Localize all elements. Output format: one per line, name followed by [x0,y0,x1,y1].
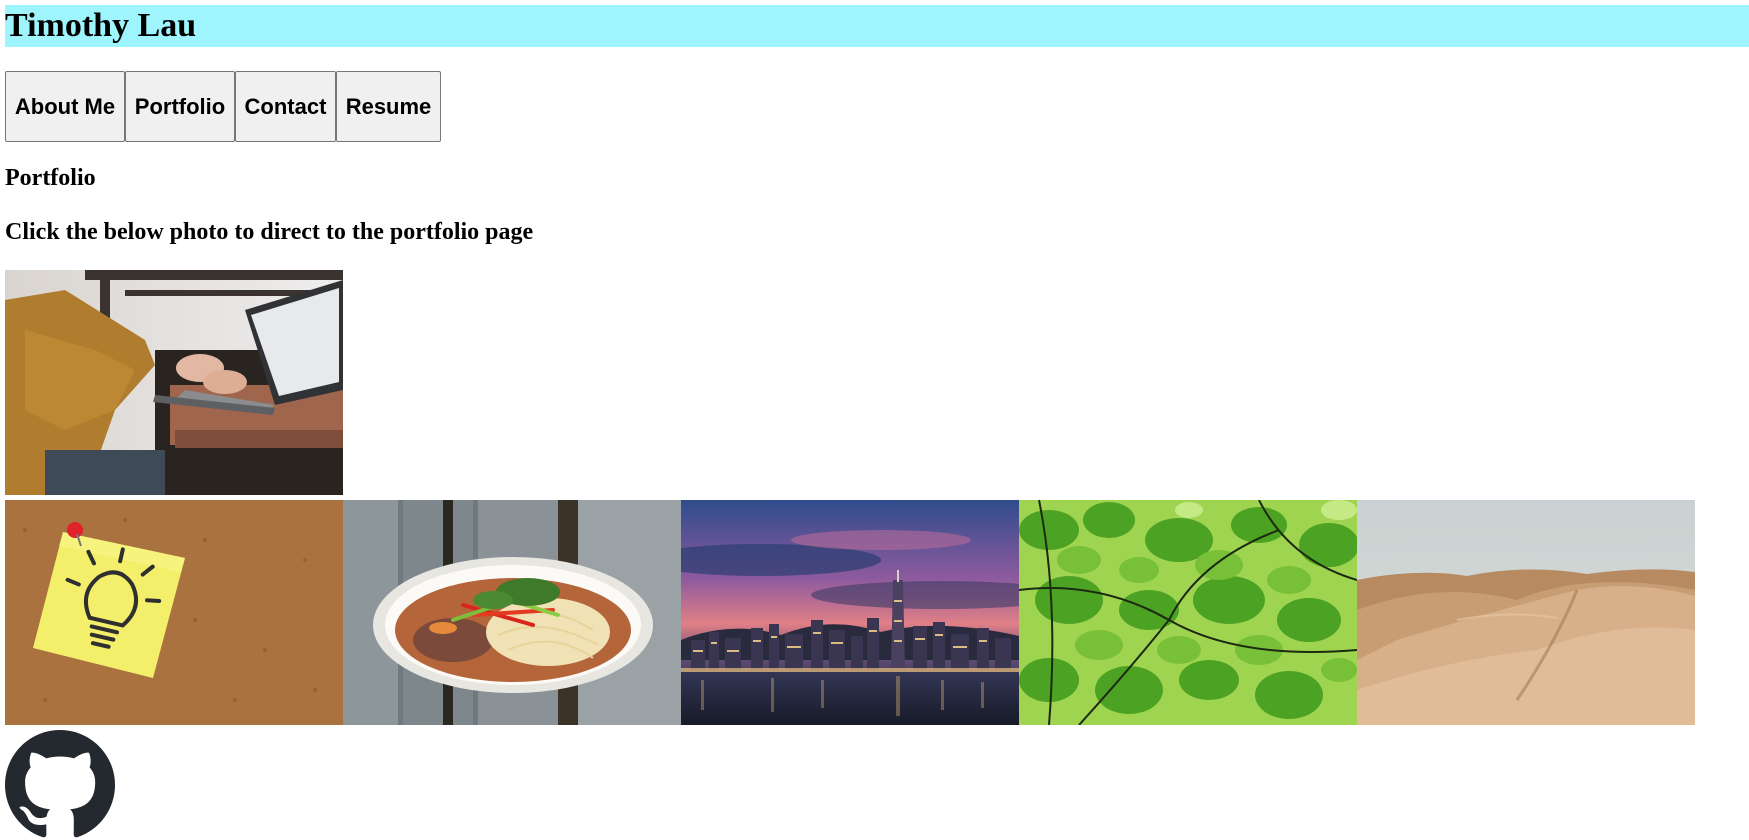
section-title: Portfolio [5,165,96,191]
github-link[interactable] [5,730,115,840]
nav-about-me-button[interactable]: About Me [5,71,125,142]
nav-resume-button[interactable]: Resume [336,71,441,142]
instruction-text: Click the below photo to direct to the p… [5,219,534,245]
lightbulb-photo-image [5,500,343,725]
site-title: Timothy Lau [5,7,197,44]
main-nav: About Me Portfolio Contact Resume [5,71,441,142]
portfolio-photo-laptop[interactable] [5,270,343,495]
portfolio-photo-lightbulb[interactable] [5,500,343,725]
skyline-photo-image [681,500,1019,725]
desert-photo-image [1357,500,1695,725]
portfolio-photo-noodles[interactable] [343,500,681,725]
leaves-photo-image [1019,500,1357,725]
laptop-photo-image [5,270,343,495]
github-icon [5,730,115,838]
portfolio-photo-leaves[interactable] [1019,500,1357,725]
noodles-photo-image [343,500,681,725]
site-header: Timothy Lau [5,5,1749,47]
nav-contact-button[interactable]: Contact [235,71,336,142]
nav-portfolio-button[interactable]: Portfolio [125,71,235,142]
portfolio-photo-skyline[interactable] [681,500,1019,725]
portfolio-photo-desert[interactable] [1357,500,1695,725]
